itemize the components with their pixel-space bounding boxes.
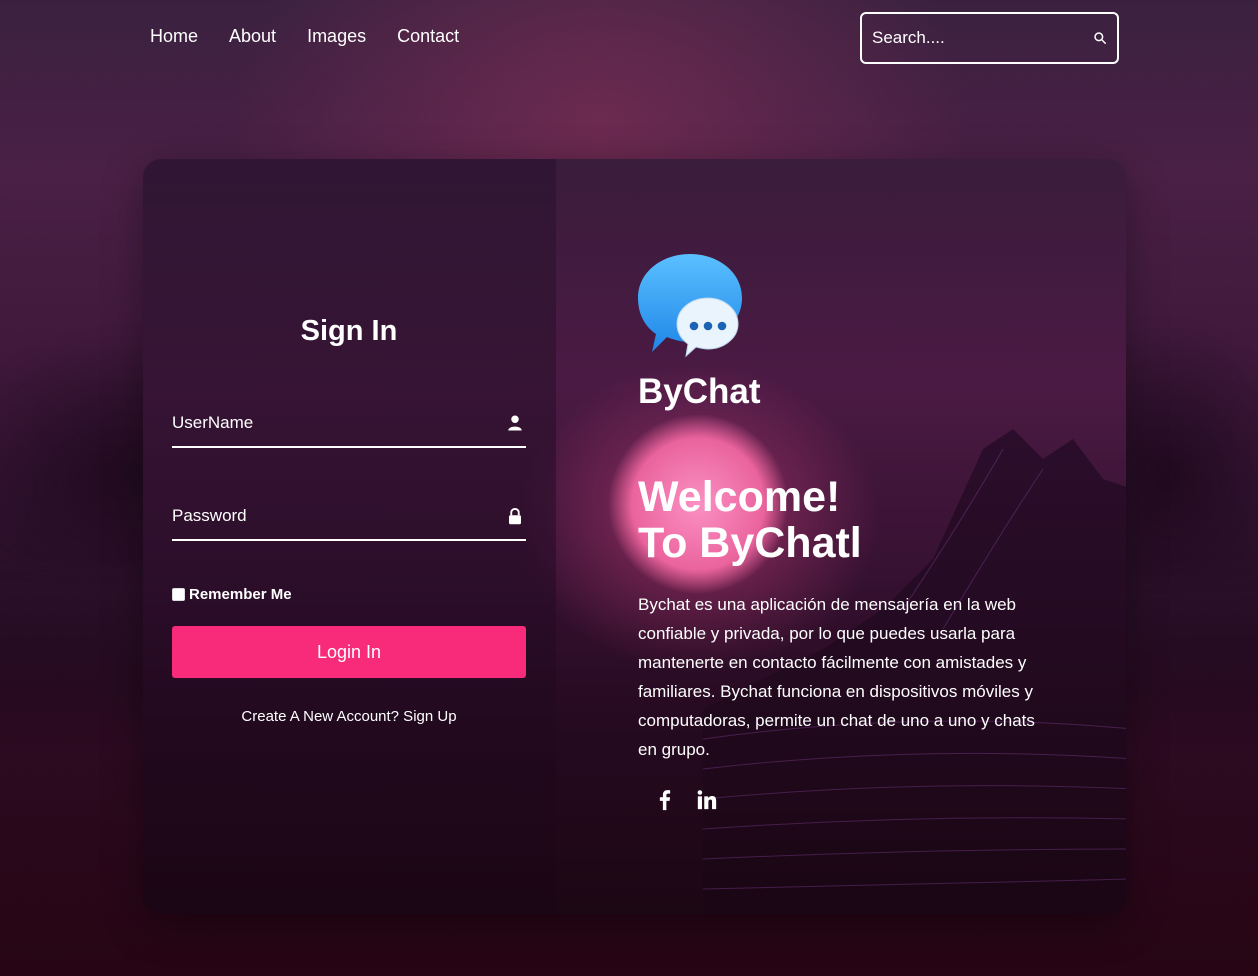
nav-links: Home About Images Contact xyxy=(150,26,459,47)
welcome-line-2: To ByChatl xyxy=(638,519,862,567)
nav-link-home[interactable]: Home xyxy=(150,26,198,47)
welcome-line-1: Welcome! xyxy=(638,473,841,521)
user-icon xyxy=(508,415,522,431)
remember-me-checkbox[interactable] xyxy=(172,588,185,601)
welcome-heading: Welcome! To ByChatl xyxy=(638,474,1098,566)
lock-icon xyxy=(509,507,521,525)
search-box xyxy=(860,12,1119,64)
bychat-logo-icon xyxy=(638,254,742,358)
brand-name: ByChat xyxy=(638,372,761,411)
username-field xyxy=(172,400,526,448)
facebook-icon[interactable] xyxy=(654,788,676,812)
nav-link-images[interactable]: Images xyxy=(307,26,366,47)
signin-title: Sign In xyxy=(300,315,398,347)
signup-link[interactable]: Create A New Account? Sign Up xyxy=(143,708,555,725)
search-icon[interactable] xyxy=(1093,28,1107,48)
remember-me: Remember Me xyxy=(172,586,292,603)
password-field xyxy=(172,493,526,541)
login-button[interactable]: Login In xyxy=(172,626,526,678)
linkedin-icon[interactable] xyxy=(696,788,718,812)
top-navigation: Home About Images Contact xyxy=(0,0,1258,76)
app-description: Bychat es una aplicación de mensajería e… xyxy=(638,595,1035,759)
password-input[interactable] xyxy=(172,506,506,526)
remember-me-label: Remember Me xyxy=(189,586,292,603)
nav-link-contact[interactable]: Contact xyxy=(397,26,459,47)
nav-link-about[interactable]: About xyxy=(229,26,276,47)
search-input[interactable] xyxy=(872,28,1093,48)
social-links xyxy=(654,788,718,812)
username-input[interactable] xyxy=(172,413,506,433)
